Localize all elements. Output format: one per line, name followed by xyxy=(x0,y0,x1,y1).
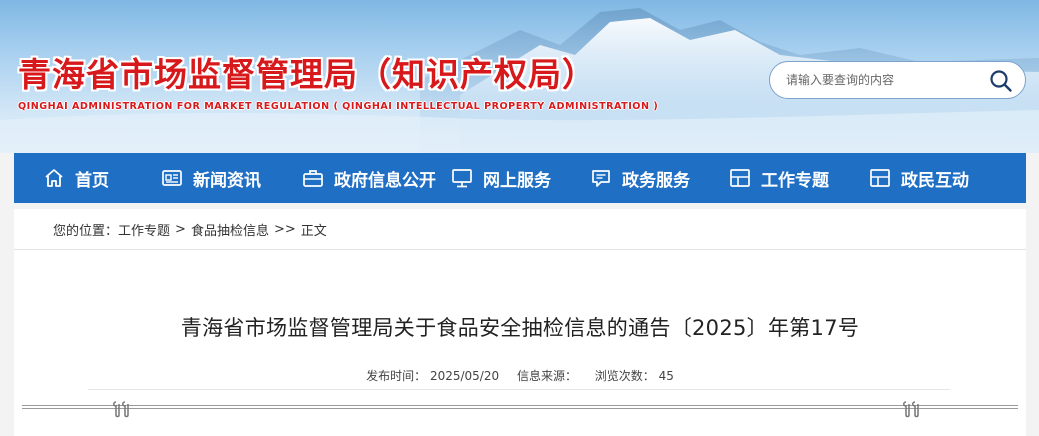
nav-item-gov-service[interactable]: 政务服务 xyxy=(590,153,690,203)
article-divider-rule xyxy=(22,405,1018,409)
views-count: 45 xyxy=(658,369,674,383)
nav-label: 政民互动 xyxy=(901,170,969,191)
article-container: 您的位置： 工作专题 > 食品抽检信息 >> 正文 青海省市场监督管理局关于食品… xyxy=(14,209,1026,436)
meta-divider xyxy=(88,389,950,390)
views-label: 浏览次数： xyxy=(594,369,655,383)
paperclip-icon xyxy=(903,401,919,418)
search-input[interactable] xyxy=(786,70,976,90)
paperclip-icon xyxy=(113,401,129,418)
publish-label: 发布时间： xyxy=(366,369,427,383)
monitor-icon xyxy=(452,169,472,188)
breadcrumb-prefix: 您的位置： xyxy=(53,223,119,239)
site-title: 青海省市场监督管理局（知识产权局） xyxy=(18,55,596,94)
publish-date: 2025/05/20 xyxy=(429,369,500,383)
layout-icon xyxy=(730,169,750,187)
breadcrumb: 您的位置： 工作专题 > 食品抽检信息 >> 正文 xyxy=(14,209,1026,250)
article-title: 青海省市场监督管理局关于食品安全抽检信息的通告〔2025〕年第17号 xyxy=(180,316,860,340)
news-icon xyxy=(162,170,182,186)
nav-label: 政务服务 xyxy=(622,170,690,191)
site-header: 青海省市场监督管理局（知识产权局） QINGHAI ADMINISTRATION… xyxy=(0,0,1039,153)
nav-label: 首页 xyxy=(75,170,109,191)
nav-item-home[interactable]: 首页 xyxy=(43,153,109,203)
nav-item-news[interactable]: 新闻资讯 xyxy=(161,153,261,203)
home-icon xyxy=(45,169,63,187)
nav-item-online-service[interactable]: 网上服务 xyxy=(451,153,551,203)
main-nav: 首页 新闻资讯 政府信息公开 网上服务 政务服务 工作专题 政民互动 xyxy=(14,153,1026,203)
breadcrumb-item-topics[interactable]: 工作专题 xyxy=(118,220,170,239)
nav-label: 新闻资讯 xyxy=(193,170,261,191)
breadcrumb-separator: >> xyxy=(273,221,296,237)
search-button[interactable] xyxy=(989,69,1013,93)
breadcrumb-item-food-inspection[interactable]: 食品抽检信息 xyxy=(191,220,269,239)
nav-label: 政府信息公开 xyxy=(334,170,436,191)
breadcrumb-item-current: 正文 xyxy=(300,223,327,239)
nav-label: 工作专题 xyxy=(761,170,829,191)
article-meta: 发布时间： 2025/05/20 信息来源： 浏览次数： 45 xyxy=(14,367,1026,384)
search-icon xyxy=(990,70,1012,92)
briefcase-icon xyxy=(303,170,323,187)
chat-icon xyxy=(592,170,610,187)
source-label: 信息来源： xyxy=(516,369,577,383)
nav-label: 网上服务 xyxy=(483,170,551,191)
site-subtitle: QINGHAI ADMINISTRATION FOR MARKET REGULA… xyxy=(18,101,659,112)
breadcrumb-separator: > xyxy=(175,221,186,237)
search-box xyxy=(769,61,1026,99)
nav-item-gov-info[interactable]: 政府信息公开 xyxy=(302,153,436,203)
nav-item-topics[interactable]: 工作专题 xyxy=(729,153,829,203)
layout-icon xyxy=(870,169,890,187)
nav-item-interaction[interactable]: 政民互动 xyxy=(869,153,969,203)
